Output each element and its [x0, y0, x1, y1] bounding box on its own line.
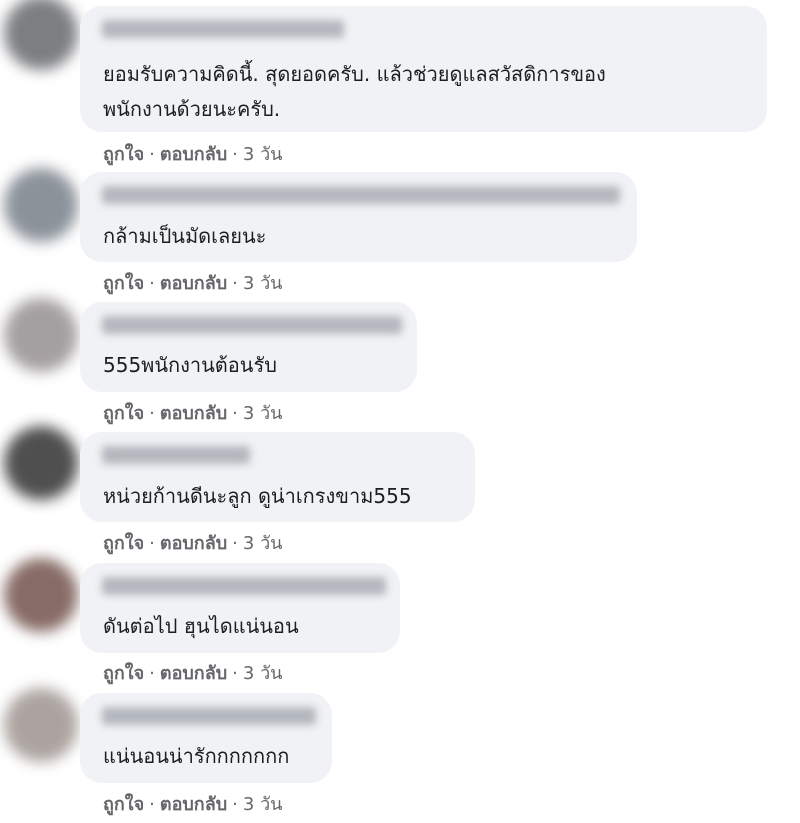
- avatar[interactable]: [4, 298, 78, 372]
- separator: ·: [232, 273, 238, 294]
- comment-actions: ถูกใจ · ตอบกลับ · 3 วัน: [103, 398, 282, 427]
- avatar[interactable]: [4, 688, 78, 762]
- separator: ·: [149, 663, 155, 684]
- avatar[interactable]: [4, 168, 78, 242]
- comment-text-line: ดันต่อไป ฮุนไดแน่นอน: [103, 614, 299, 638]
- like-link[interactable]: ถูกใจ: [103, 794, 144, 815]
- separator: ·: [232, 794, 238, 815]
- like-link[interactable]: ถูกใจ: [103, 663, 144, 684]
- reply-link[interactable]: ตอบกลับ: [160, 663, 227, 684]
- comment-bubble: ยอมรับความคิดนี้. สุดยอดครับ. แล้วช่วยดู…: [80, 6, 767, 132]
- like-link[interactable]: ถูกใจ: [103, 273, 144, 294]
- timestamp[interactable]: 3 วัน: [243, 794, 283, 815]
- comment-actions: ถูกใจ · ตอบกลับ · 3 วัน: [103, 268, 282, 297]
- reply-link[interactable]: ตอบกลับ: [160, 403, 227, 424]
- comment-actions: ถูกใจ · ตอบกลับ · 3 วัน: [103, 658, 282, 687]
- commenter-name[interactable]: [102, 186, 620, 204]
- separator: ·: [232, 403, 238, 424]
- timestamp[interactable]: 3 วัน: [243, 144, 283, 165]
- comment-bubble: ดันต่อไป ฮุนไดแน่นอน: [80, 563, 400, 653]
- comment-actions: ถูกใจ · ตอบกลับ · 3 วัน: [103, 789, 282, 818]
- reply-link[interactable]: ตอบกลับ: [160, 533, 227, 554]
- avatar[interactable]: [4, 0, 78, 70]
- commenter-name[interactable]: [102, 577, 386, 595]
- commenter-name[interactable]: [102, 707, 316, 725]
- separator: ·: [232, 533, 238, 554]
- reply-link[interactable]: ตอบกลับ: [160, 273, 227, 294]
- reply-link[interactable]: ตอบกลับ: [160, 144, 227, 165]
- comment-text-line: 555พนักงานต้อนรับ: [103, 353, 277, 377]
- timestamp[interactable]: 3 วัน: [243, 273, 283, 294]
- comment-text-line: กล้ามเป็นมัดเลยนะ: [103, 224, 267, 248]
- like-link[interactable]: ถูกใจ: [103, 403, 144, 424]
- comment-bubble: แน่นอนน่ารักกกกกกก: [80, 693, 332, 783]
- separator: ·: [232, 144, 238, 165]
- separator: ·: [149, 273, 155, 294]
- comment-text-line: พนักงานด้วยนะครับ.: [103, 97, 281, 121]
- avatar[interactable]: [4, 558, 78, 632]
- separator: ·: [149, 533, 155, 554]
- separator: ·: [149, 144, 155, 165]
- timestamp[interactable]: 3 วัน: [243, 533, 283, 554]
- like-link[interactable]: ถูกใจ: [103, 144, 144, 165]
- comment-actions: ถูกใจ · ตอบกลับ · 3 วัน: [103, 139, 282, 168]
- commenter-name[interactable]: [102, 316, 402, 334]
- timestamp[interactable]: 3 วัน: [243, 403, 283, 424]
- reply-link[interactable]: ตอบกลับ: [160, 794, 227, 815]
- comment-bubble: 555พนักงานต้อนรับ: [80, 302, 417, 392]
- separator: ·: [149, 794, 155, 815]
- comment-text-line: แน่นอนน่ารักกกกกกก: [103, 744, 290, 768]
- comment-actions: ถูกใจ · ตอบกลับ · 3 วัน: [103, 528, 282, 557]
- separator: ·: [232, 663, 238, 684]
- timestamp[interactable]: 3 วัน: [243, 663, 283, 684]
- commenter-name[interactable]: [102, 20, 344, 38]
- comment-text-line: หน่วยก้านดีนะลูก ดูน่าเกรงขาม555: [103, 484, 412, 508]
- avatar[interactable]: [4, 426, 78, 500]
- comment-list: ยอมรับความคิดนี้. สุดยอดครับ. แล้วช่วยดู…: [0, 0, 800, 823]
- comment-bubble: หน่วยก้านดีนะลูก ดูน่าเกรงขาม555: [80, 432, 475, 522]
- commenter-name[interactable]: [102, 446, 250, 464]
- comment-text-line: ยอมรับความคิดนี้. สุดยอดครับ. แล้วช่วยดู…: [103, 62, 606, 86]
- like-link[interactable]: ถูกใจ: [103, 533, 144, 554]
- comment-bubble: กล้ามเป็นมัดเลยนะ: [80, 172, 637, 262]
- separator: ·: [149, 403, 155, 424]
